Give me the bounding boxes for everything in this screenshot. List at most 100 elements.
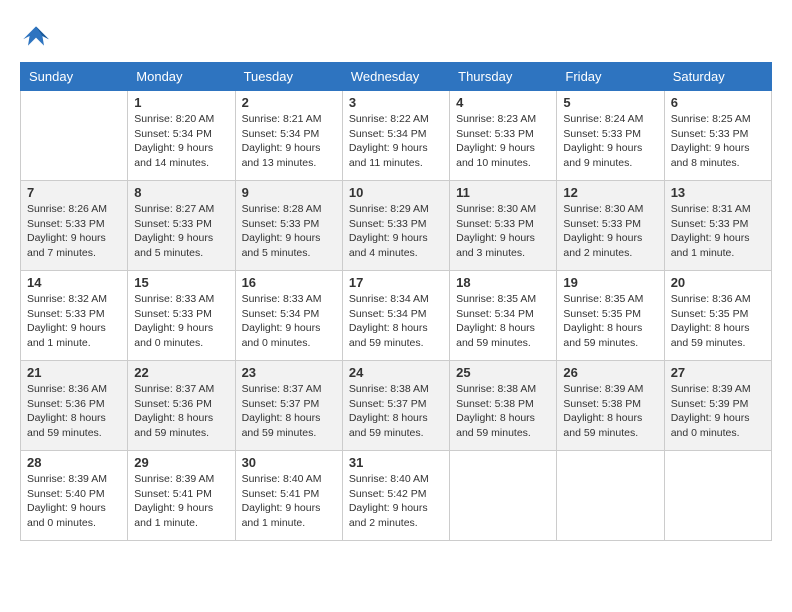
day-info: Sunrise: 8:39 AMSunset: 5:38 PMDaylight:… xyxy=(563,382,657,441)
calendar-week-3: 14 Sunrise: 8:32 AMSunset: 5:33 PMDayligh… xyxy=(21,271,772,361)
calendar-cell: 2 Sunrise: 8:21 AMSunset: 5:34 PMDaylight… xyxy=(235,91,342,181)
calendar-week-2: 7 Sunrise: 8:26 AMSunset: 5:33 PMDaylight… xyxy=(21,181,772,271)
day-number: 10 xyxy=(349,185,443,200)
day-info: Sunrise: 8:31 AMSunset: 5:33 PMDaylight:… xyxy=(671,202,765,261)
day-number: 28 xyxy=(27,455,121,470)
calendar-cell: 9 Sunrise: 8:28 AMSunset: 5:33 PMDaylight… xyxy=(235,181,342,271)
day-info: Sunrise: 8:36 AMSunset: 5:35 PMDaylight:… xyxy=(671,292,765,351)
calendar-cell: 13 Sunrise: 8:31 AMSunset: 5:33 PMDayligh… xyxy=(664,181,771,271)
day-number: 24 xyxy=(349,365,443,380)
day-number: 7 xyxy=(27,185,121,200)
calendar-cell: 14 Sunrise: 8:32 AMSunset: 5:33 PMDayligh… xyxy=(21,271,128,361)
calendar-cell: 24 Sunrise: 8:38 AMSunset: 5:37 PMDayligh… xyxy=(342,361,449,451)
calendar-cell: 22Sunrise: 8:37 AMSunset: 5:36 PMDayligh… xyxy=(128,361,235,451)
day-info: Sunrise: 8:22 AMSunset: 5:34 PMDaylight:… xyxy=(349,112,443,171)
calendar-cell: 18Sunrise: 8:35 AMSunset: 5:34 PMDayligh… xyxy=(450,271,557,361)
day-number: 26 xyxy=(563,365,657,380)
day-info: Sunrise: 8:32 AMSunset: 5:33 PMDaylight:… xyxy=(27,292,121,351)
day-info: Sunrise: 8:27 AMSunset: 5:33 PMDaylight:… xyxy=(134,202,228,261)
day-info: Sunrise: 8:28 AMSunset: 5:33 PMDaylight:… xyxy=(242,202,336,261)
day-info: Sunrise: 8:30 AMSunset: 5:33 PMDaylight:… xyxy=(563,202,657,261)
day-number: 8 xyxy=(134,185,228,200)
calendar-cell xyxy=(450,451,557,541)
calendar-cell: 8 Sunrise: 8:27 AMSunset: 5:33 PMDaylight… xyxy=(128,181,235,271)
day-number: 23 xyxy=(242,365,336,380)
day-info: Sunrise: 8:36 AMSunset: 5:36 PMDaylight:… xyxy=(27,382,121,441)
day-number: 12 xyxy=(563,185,657,200)
calendar-cell: 27 Sunrise: 8:39 AMSunset: 5:39 PMDayligh… xyxy=(664,361,771,451)
day-number: 31 xyxy=(349,455,443,470)
day-info: Sunrise: 8:37 AMSunset: 5:37 PMDaylight:… xyxy=(242,382,336,441)
calendar-week-1: 1 Sunrise: 8:20 AMSunset: 5:34 PMDaylight… xyxy=(21,91,772,181)
day-number: 15 xyxy=(134,275,228,290)
page-header xyxy=(20,20,772,52)
calendar-cell xyxy=(664,451,771,541)
day-info: Sunrise: 8:20 AMSunset: 5:34 PMDaylight:… xyxy=(134,112,228,171)
calendar-cell: 31 Sunrise: 8:40 AMSunset: 5:42 PMDayligh… xyxy=(342,451,449,541)
day-info: Sunrise: 8:37 AMSunset: 5:36 PMDaylight:… xyxy=(134,382,228,441)
calendar-cell: 23 Sunrise: 8:37 AMSunset: 5:37 PMDayligh… xyxy=(235,361,342,451)
day-info: Sunrise: 8:21 AMSunset: 5:34 PMDaylight:… xyxy=(242,112,336,171)
day-number: 25 xyxy=(456,365,550,380)
day-number: 2 xyxy=(242,95,336,110)
calendar-header-saturday: Saturday xyxy=(664,63,771,91)
calendar-cell: 26 Sunrise: 8:39 AMSunset: 5:38 PMDayligh… xyxy=(557,361,664,451)
calendar-cell: 30 Sunrise: 8:40 AMSunset: 5:41 PMDayligh… xyxy=(235,451,342,541)
day-number: 18 xyxy=(456,275,550,290)
calendar-cell: 28Sunrise: 8:39 AMSunset: 5:40 PMDayligh… xyxy=(21,451,128,541)
calendar-cell: 29Sunrise: 8:39 AMSunset: 5:41 PMDayligh… xyxy=(128,451,235,541)
day-number: 9 xyxy=(242,185,336,200)
calendar-cell: 19 Sunrise: 8:35 AMSunset: 5:35 PMDayligh… xyxy=(557,271,664,361)
calendar-header-sunday: Sunday xyxy=(21,63,128,91)
day-number: 29 xyxy=(134,455,228,470)
calendar-cell: 11 Sunrise: 8:30 AMSunset: 5:33 PMDayligh… xyxy=(450,181,557,271)
calendar-cell: 25 Sunrise: 8:38 AMSunset: 5:38 PMDayligh… xyxy=(450,361,557,451)
calendar-table: SundayMondayTuesdayWednesdayThursdayFrid… xyxy=(20,62,772,541)
calendar-cell: 4 Sunrise: 8:23 AMSunset: 5:33 PMDaylight… xyxy=(450,91,557,181)
day-number: 4 xyxy=(456,95,550,110)
day-number: 13 xyxy=(671,185,765,200)
calendar-week-5: 28Sunrise: 8:39 AMSunset: 5:40 PMDayligh… xyxy=(21,451,772,541)
day-info: Sunrise: 8:34 AMSunset: 5:34 PMDaylight:… xyxy=(349,292,443,351)
calendar-cell: 1 Sunrise: 8:20 AMSunset: 5:34 PMDaylight… xyxy=(128,91,235,181)
day-info: Sunrise: 8:26 AMSunset: 5:33 PMDaylight:… xyxy=(27,202,121,261)
calendar-cell: 17 Sunrise: 8:34 AMSunset: 5:34 PMDayligh… xyxy=(342,271,449,361)
day-number: 30 xyxy=(242,455,336,470)
day-info: Sunrise: 8:30 AMSunset: 5:33 PMDaylight:… xyxy=(456,202,550,261)
day-info: Sunrise: 8:25 AMSunset: 5:33 PMDaylight:… xyxy=(671,112,765,171)
day-info: Sunrise: 8:38 AMSunset: 5:38 PMDaylight:… xyxy=(456,382,550,441)
day-number: 14 xyxy=(27,275,121,290)
day-info: Sunrise: 8:23 AMSunset: 5:33 PMDaylight:… xyxy=(456,112,550,171)
day-number: 6 xyxy=(671,95,765,110)
calendar-header-row: SundayMondayTuesdayWednesdayThursdayFrid… xyxy=(21,63,772,91)
day-info: Sunrise: 8:24 AMSunset: 5:33 PMDaylight:… xyxy=(563,112,657,171)
day-number: 1 xyxy=(134,95,228,110)
calendar-cell xyxy=(557,451,664,541)
day-number: 19 xyxy=(563,275,657,290)
day-info: Sunrise: 8:33 AMSunset: 5:34 PMDaylight:… xyxy=(242,292,336,351)
calendar-cell: 7 Sunrise: 8:26 AMSunset: 5:33 PMDaylight… xyxy=(21,181,128,271)
day-info: Sunrise: 8:40 AMSunset: 5:42 PMDaylight:… xyxy=(349,472,443,531)
day-info: Sunrise: 8:40 AMSunset: 5:41 PMDaylight:… xyxy=(242,472,336,531)
day-number: 20 xyxy=(671,275,765,290)
calendar-cell: 15 Sunrise: 8:33 AMSunset: 5:33 PMDayligh… xyxy=(128,271,235,361)
logo-icon xyxy=(20,20,52,52)
day-number: 3 xyxy=(349,95,443,110)
day-info: Sunrise: 8:33 AMSunset: 5:33 PMDaylight:… xyxy=(134,292,228,351)
day-number: 21 xyxy=(27,365,121,380)
day-number: 11 xyxy=(456,185,550,200)
calendar-header-tuesday: Tuesday xyxy=(235,63,342,91)
calendar-header-monday: Monday xyxy=(128,63,235,91)
calendar-week-4: 21 Sunrise: 8:36 AMSunset: 5:36 PMDayligh… xyxy=(21,361,772,451)
calendar-cell: 10 Sunrise: 8:29 AMSunset: 5:33 PMDayligh… xyxy=(342,181,449,271)
calendar-cell: 6 Sunrise: 8:25 AMSunset: 5:33 PMDaylight… xyxy=(664,91,771,181)
day-number: 17 xyxy=(349,275,443,290)
calendar-cell xyxy=(21,91,128,181)
day-info: Sunrise: 8:29 AMSunset: 5:33 PMDaylight:… xyxy=(349,202,443,261)
calendar-cell: 12 Sunrise: 8:30 AMSunset: 5:33 PMDayligh… xyxy=(557,181,664,271)
day-info: Sunrise: 8:39 AMSunset: 5:39 PMDaylight:… xyxy=(671,382,765,441)
day-number: 27 xyxy=(671,365,765,380)
day-info: Sunrise: 8:35 AMSunset: 5:35 PMDaylight:… xyxy=(563,292,657,351)
calendar-header-thursday: Thursday xyxy=(450,63,557,91)
day-info: Sunrise: 8:38 AMSunset: 5:37 PMDaylight:… xyxy=(349,382,443,441)
